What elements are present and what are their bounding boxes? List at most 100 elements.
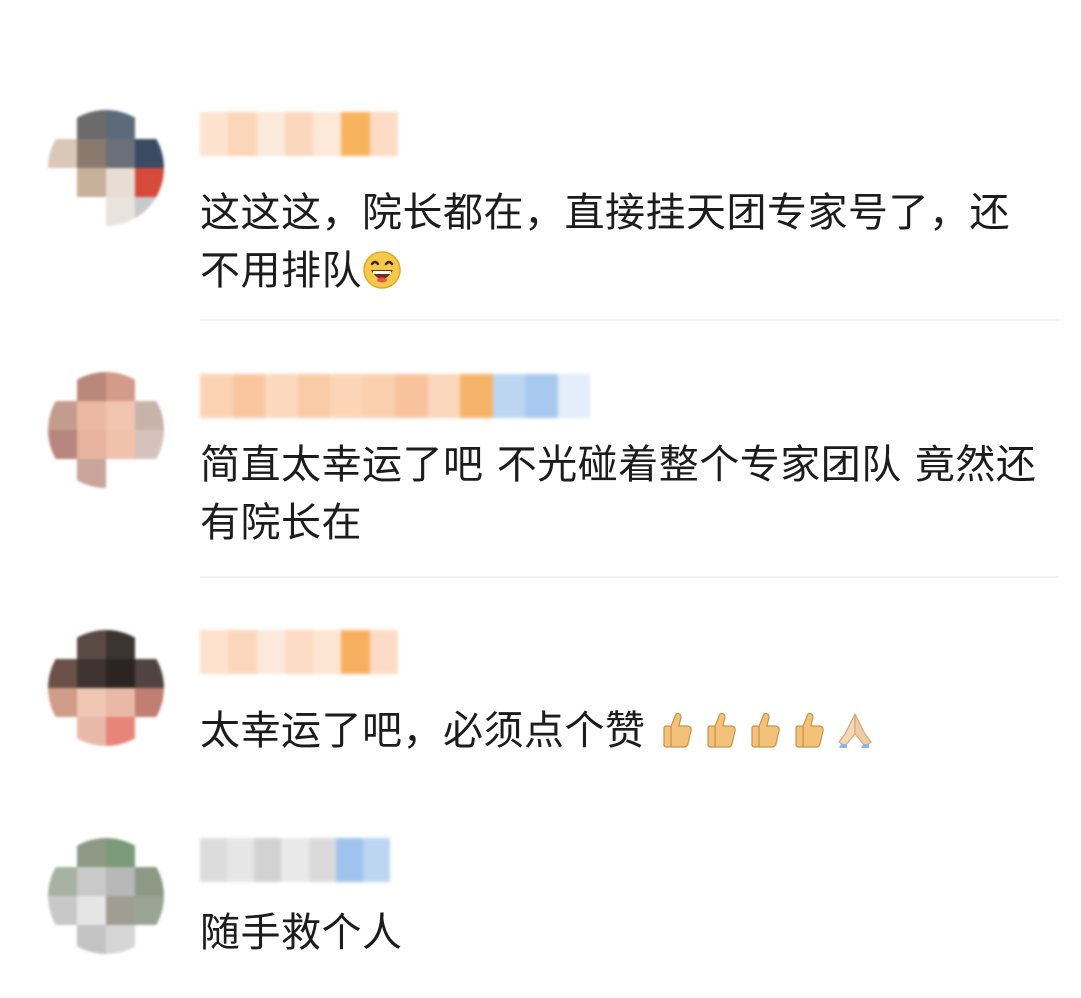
username-pixel [525, 374, 558, 418]
username-pixel [228, 630, 257, 674]
avatar-pixel [106, 717, 135, 746]
avatar-pixel [48, 688, 77, 717]
avatar-pixel [135, 401, 164, 430]
avatar-pixel [77, 110, 106, 139]
avatar-pixel [77, 168, 106, 197]
avatar-pixel [77, 717, 106, 746]
avatar-pixel [77, 430, 106, 459]
username-pixel [228, 112, 257, 156]
thumbs-up-icon [659, 708, 695, 766]
avatar-pixel [48, 110, 77, 139]
avatar-pixel [48, 659, 77, 688]
folded-hands-icon [835, 708, 875, 766]
avatar-pixel [77, 459, 106, 488]
comment-text: 这这这，院长都在，直接挂天团专家号了，还不用排队 [200, 184, 1050, 306]
username-pixel [281, 838, 309, 882]
avatar-pixel [48, 372, 77, 401]
username-pixel [362, 838, 390, 882]
comment-text: 随手救个人 [200, 910, 403, 956]
avatar-pixel [77, 896, 106, 925]
username-pixel [313, 630, 342, 674]
avatar-pixel [48, 896, 77, 925]
avatar-pixel [135, 659, 164, 688]
avatar[interactable] [48, 110, 164, 226]
username-pixel [557, 374, 590, 418]
username-pixel [256, 630, 285, 674]
avatar-pixel [135, 630, 164, 659]
avatar-pixel [77, 401, 106, 430]
avatar-pixel [135, 867, 164, 896]
username-pixel [308, 838, 336, 882]
avatar-pixel [135, 717, 164, 746]
avatar-pixel [77, 688, 106, 717]
avatar-pixel [48, 459, 77, 488]
username-pixel [369, 630, 398, 674]
avatar[interactable] [48, 838, 164, 954]
avatar-pixel [48, 925, 77, 954]
avatar-pixel [77, 197, 106, 226]
username-pixel [200, 838, 228, 882]
username-pixel [341, 630, 370, 674]
avatar[interactable] [48, 372, 164, 488]
divider [200, 576, 1059, 578]
username[interactable] [200, 630, 398, 674]
username[interactable] [200, 374, 590, 418]
avatar-pixel [135, 110, 164, 139]
username[interactable] [200, 838, 390, 882]
avatar-pixel [106, 867, 135, 896]
avatar-pixel [77, 925, 106, 954]
avatar-pixel [48, 867, 77, 896]
avatar-pixel [48, 430, 77, 459]
avatar[interactable] [48, 630, 164, 746]
username-pixel [460, 374, 493, 418]
avatar-pixel [106, 430, 135, 459]
username-pixel [200, 630, 229, 674]
avatar-pixel [106, 197, 135, 226]
avatar-pixel [135, 838, 164, 867]
avatar-pixel [106, 110, 135, 139]
thumbs-up-icon [747, 708, 783, 766]
grinning-face-emoji [362, 248, 402, 306]
username-pixel [265, 374, 298, 418]
avatar-pixel [106, 838, 135, 867]
username-pixel [427, 374, 460, 418]
avatar-pixel [135, 168, 164, 197]
thumbs-up-icon [703, 708, 739, 766]
avatar-pixel [77, 372, 106, 401]
avatar-pixel [135, 896, 164, 925]
avatar-pixel [135, 372, 164, 401]
username-pixel [335, 838, 363, 882]
thumbs-up-emoji [659, 708, 875, 766]
avatar-pixel [106, 659, 135, 688]
divider [200, 319, 1059, 321]
username[interactable] [200, 112, 398, 156]
avatar-pixel [106, 168, 135, 197]
username-pixel [284, 630, 314, 674]
username-pixel [341, 112, 370, 156]
username-pixel [227, 838, 255, 882]
avatar-pixel [48, 401, 77, 430]
avatar-pixel [106, 459, 135, 488]
avatar-pixel [77, 659, 106, 688]
username-pixel [297, 374, 330, 418]
avatar-pixel [106, 401, 135, 430]
avatar-pixel [135, 430, 164, 459]
avatar-pixel [48, 139, 77, 168]
username-pixel [254, 838, 282, 882]
avatar-pixel [106, 372, 135, 401]
avatar-pixel [48, 630, 77, 659]
username-pixel [492, 374, 525, 418]
avatar-pixel [106, 688, 135, 717]
avatar-pixel [77, 630, 106, 659]
username-pixel [313, 112, 342, 156]
username-pixel [284, 112, 314, 156]
avatar-pixel [135, 139, 164, 168]
username-pixel [362, 374, 395, 418]
avatar-pixel [135, 688, 164, 717]
comment-text: 简直太幸运了吧 不光碰着整个专家团队 竟然还有院长在 [200, 442, 1037, 546]
thumbs-up-icon [791, 708, 827, 766]
avatar-pixel [135, 459, 164, 488]
avatar-pixel [48, 717, 77, 746]
avatar-pixel [106, 630, 135, 659]
avatar-pixel [106, 896, 135, 925]
